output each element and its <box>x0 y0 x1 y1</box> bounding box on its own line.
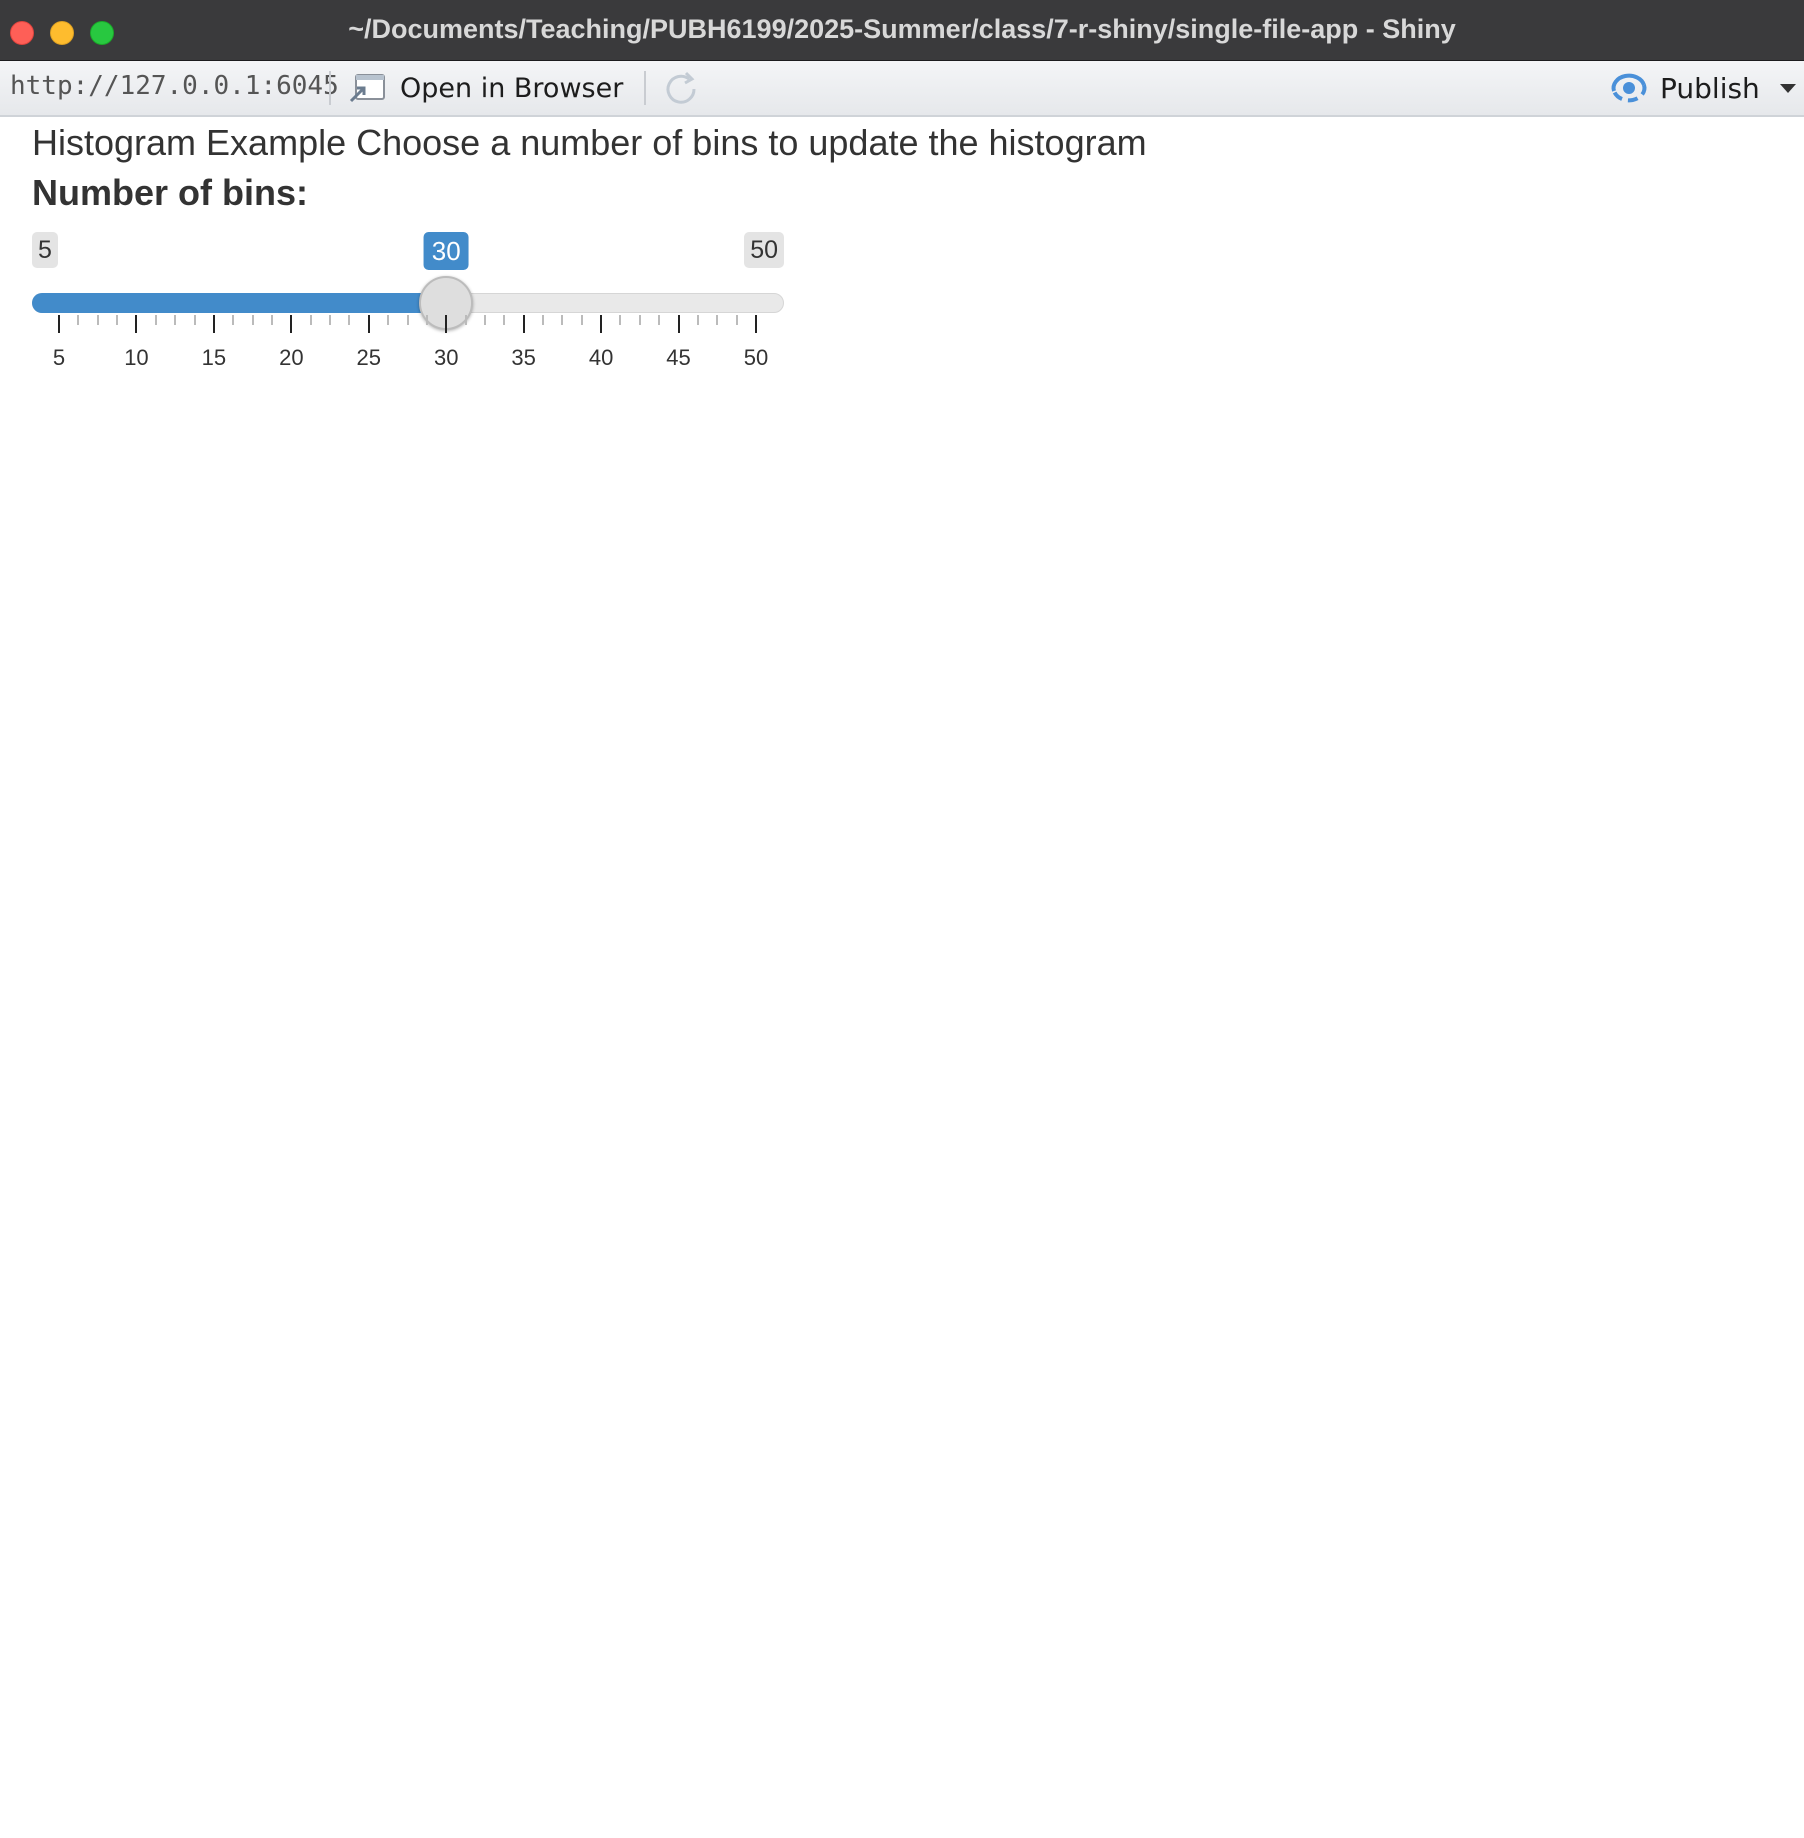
window-title: ~/Documents/Teaching/PUBH6199/2025-Summe… <box>348 14 1456 44</box>
open-in-browser-button[interactable]: Open in Browser <box>348 67 623 109</box>
slider-tick-label: 15 <box>201 345 227 370</box>
toolbar-divider <box>329 71 331 105</box>
toolbar-divider <box>644 71 646 105</box>
slider-tick-minor <box>154 315 157 325</box>
slider-tick-minor <box>658 315 661 325</box>
slider-tick-minor <box>464 315 467 325</box>
slider-tick-label: 35 <box>511 345 536 370</box>
slider-tick-minor <box>270 315 273 325</box>
slider-tick-label: 30 <box>433 345 459 370</box>
slider-tick-minor <box>542 315 545 325</box>
slider-tick-minor <box>193 315 196 325</box>
slider-tick-minor <box>406 315 409 325</box>
slider-tick-minor <box>483 315 486 325</box>
slider-tick-minor <box>580 315 583 325</box>
slider-tick-label: 50 <box>743 345 769 370</box>
publish-dropdown-icon[interactable] <box>1780 84 1796 93</box>
slider-tick-major <box>290 315 293 333</box>
slider-tick-minor <box>735 315 738 325</box>
slider-tick-minor <box>387 315 390 325</box>
slider-tick-major <box>755 315 757 333</box>
window-title-bar: ~/Documents/Teaching/PUBH6199/2025-Summe… <box>0 0 1804 61</box>
slider-tick-minor <box>309 315 312 325</box>
slider-tick-major <box>212 315 215 333</box>
slider-tick-minor <box>619 315 622 325</box>
open-in-browser-icon <box>349 74 385 103</box>
slider-tick-minor <box>503 315 506 325</box>
slider-tick-minor <box>77 315 80 325</box>
slider-tick-minor <box>96 315 99 325</box>
slider-tick-minor <box>174 315 177 325</box>
open-in-browser-label: Open in Browser <box>400 72 624 104</box>
slider-tick-minor <box>348 315 351 325</box>
slider-tick-major <box>58 315 60 333</box>
slider-tick-label: 40 <box>588 345 614 370</box>
bins-slider[interactable]: 5 50 30 5 10 15 20 25 30 35 40 45 50 <box>32 228 784 378</box>
slider-tick-minor <box>561 315 564 325</box>
slider-tick-label: 25 <box>356 345 382 370</box>
slider-tick-major <box>522 315 525 333</box>
slider-tick-label: 45 <box>666 345 691 370</box>
slider-tick-major <box>445 315 448 333</box>
slider-max-label: 50 <box>744 232 784 268</box>
slider-tick-minor <box>232 315 235 325</box>
page-heading: Histogram Example Choose a number of bin… <box>32 122 1147 163</box>
slider-tick-minor <box>696 315 699 325</box>
slider-tick-minor <box>329 315 332 325</box>
publish-icon <box>1611 73 1647 103</box>
slider-fill <box>32 293 447 313</box>
slider-tick-major <box>677 315 680 333</box>
slider-tick-minor <box>638 315 641 325</box>
bins-slider-label: Number of bins: <box>32 172 308 213</box>
slider-tick-label: 10 <box>124 345 149 370</box>
publish-button[interactable]: Publish <box>1608 67 1760 109</box>
refresh-icon[interactable] <box>661 69 701 109</box>
slider-tick-major <box>135 315 138 333</box>
slider-tick-minor <box>425 315 428 325</box>
slider-tick-label: 20 <box>279 345 304 370</box>
slider-tick-major <box>600 315 603 333</box>
slider-tick-label: 5 <box>52 345 66 370</box>
slider-min-label: 5 <box>32 232 58 268</box>
slider-tick-minor <box>116 315 119 325</box>
url-display[interactable]: http://127.0.0.1:6045 <box>10 71 339 101</box>
viewer-toolbar: http://127.0.0.1:6045 Open in Browser Pu… <box>0 61 1804 117</box>
slider-tick-minor <box>251 315 254 325</box>
slider-tick-major <box>367 315 370 333</box>
slider-value-label: 30 <box>423 232 469 270</box>
slider-tick-minor <box>716 315 719 325</box>
publish-label: Publish <box>1660 71 1760 105</box>
